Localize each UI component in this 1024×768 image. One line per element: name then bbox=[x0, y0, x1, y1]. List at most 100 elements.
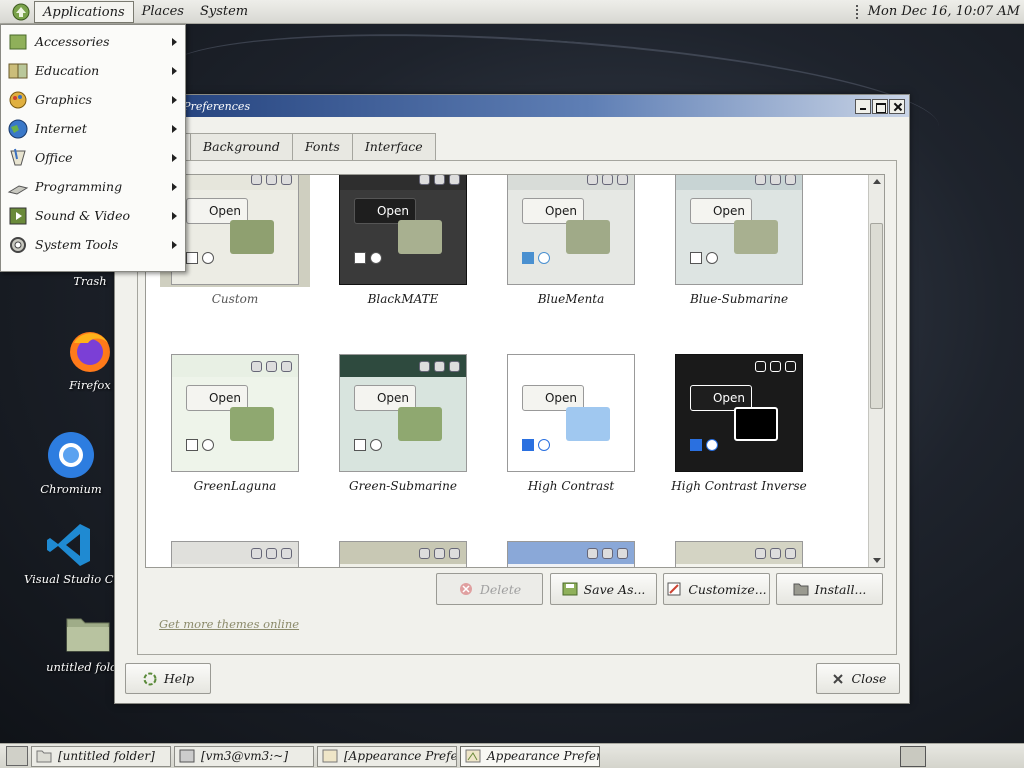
internet-icon bbox=[7, 118, 29, 140]
applications-menu[interactable]: Applications bbox=[34, 0, 134, 23]
task-label: Appearance Prefer... bbox=[487, 749, 600, 763]
education-icon bbox=[7, 60, 29, 82]
vscode-icon bbox=[44, 520, 94, 570]
theme-list[interactable]: Open Custom Open BlackMATE Open BlueMenta Open… bbox=[145, 174, 885, 568]
customize-label: Customize... bbox=[688, 581, 767, 597]
menu-item-programming[interactable]: Programming bbox=[1, 172, 185, 201]
customize-icon bbox=[666, 581, 682, 597]
theme-preview: Open bbox=[160, 352, 310, 474]
submenu-arrow-icon bbox=[172, 182, 177, 191]
theme-item[interactable]: Open BlackMATE bbox=[328, 175, 478, 345]
theme-item[interactable]: Open Blue-Submarine bbox=[664, 175, 814, 345]
preview-radio bbox=[538, 252, 550, 264]
menu-item-education[interactable]: Education bbox=[1, 56, 185, 85]
system-tools-icon bbox=[7, 234, 29, 256]
system-menu[interactable]: System bbox=[192, 1, 256, 23]
minimize-button[interactable] bbox=[855, 98, 871, 114]
preview-checkbox bbox=[186, 252, 198, 264]
theme-name: Blue-Submarine bbox=[689, 292, 789, 306]
submenu-arrow-icon bbox=[172, 153, 177, 162]
terminal-icon bbox=[179, 749, 195, 763]
preview-checkbox bbox=[522, 252, 534, 264]
theme-item[interactable]: Open bbox=[496, 539, 646, 567]
save-as-button[interactable]: Save As... bbox=[550, 573, 657, 605]
places-menu[interactable]: Places bbox=[134, 1, 192, 23]
install-button[interactable]: Install... bbox=[776, 573, 883, 605]
applications-dropdown: Accessories Education Graphics Internet Offi… bbox=[0, 24, 186, 272]
taskbar-item-appearance-2[interactable]: Appearance Prefer... bbox=[460, 745, 600, 767]
theme-preview: Open bbox=[160, 539, 310, 567]
submenu-arrow-icon bbox=[172, 124, 177, 133]
submenu-arrow-icon bbox=[172, 211, 177, 220]
clock[interactable]: Mon Dec 16, 10:07 AM bbox=[868, 4, 1024, 19]
tab-background[interactable]: Background bbox=[190, 133, 293, 161]
preview-radio bbox=[202, 252, 214, 264]
help-label: Help bbox=[163, 671, 195, 686]
theme-item[interactable]: Open High Contrast Inverse bbox=[664, 352, 814, 532]
menu-item-system-tools[interactable]: System Tools bbox=[1, 230, 185, 259]
menu-item-sound-video[interactable]: Sound & Video bbox=[1, 201, 185, 230]
preview-folder-icon bbox=[230, 220, 274, 254]
menu-item-graphics[interactable]: Graphics bbox=[1, 85, 185, 114]
window-titlebar[interactable]: ce Preferences bbox=[115, 95, 909, 117]
task-label: [vm3@vm3:~] bbox=[201, 749, 289, 763]
workspace-switcher[interactable] bbox=[900, 745, 926, 767]
programming-icon bbox=[7, 176, 29, 198]
desktop-icon-chromium[interactable]: Chromium bbox=[21, 430, 121, 496]
theme-name: BlackMATE bbox=[367, 292, 439, 306]
chromium-icon bbox=[46, 430, 96, 480]
theme-item[interactable]: Open bbox=[664, 539, 814, 567]
preview-checkbox bbox=[690, 439, 702, 451]
menu-item-office[interactable]: Office bbox=[1, 143, 185, 172]
preview-folder-icon bbox=[566, 407, 610, 441]
submenu-arrow-icon bbox=[172, 240, 177, 249]
theme-list-scrollbar[interactable] bbox=[868, 175, 884, 567]
taskbar-item-terminal[interactable]: [vm3@vm3:~] bbox=[174, 745, 314, 767]
accessories-icon bbox=[7, 31, 29, 53]
delete-icon bbox=[458, 581, 474, 597]
scrollbar-thumb[interactable] bbox=[870, 223, 883, 409]
appearance-icon bbox=[465, 749, 481, 763]
folder-icon bbox=[63, 608, 113, 658]
save-icon bbox=[562, 581, 578, 597]
theme-item[interactable]: Open Green-Submarine bbox=[328, 352, 478, 532]
submenu-arrow-icon bbox=[172, 37, 177, 46]
theme-item[interactable]: Open bbox=[328, 539, 478, 567]
scroll-down-arrow-icon[interactable] bbox=[873, 558, 881, 563]
top-panel: Applications Places System Mon Dec 16, 1… bbox=[0, 0, 1024, 24]
theme-name: High Contrast bbox=[527, 479, 615, 493]
preview-folder-icon bbox=[734, 407, 778, 441]
taskbar-item-appearance-1[interactable]: [Appearance Prefe... bbox=[317, 745, 457, 767]
customize-button[interactable]: Customize... bbox=[663, 573, 770, 605]
theme-preview: Open bbox=[496, 175, 646, 287]
theme-item[interactable]: Open BlueMenta bbox=[496, 175, 646, 345]
menu-item-label: Programming bbox=[35, 179, 123, 194]
theme-name: Custom bbox=[211, 292, 259, 306]
tab-fonts[interactable]: Fonts bbox=[291, 133, 353, 161]
close-icon bbox=[830, 671, 846, 687]
scroll-up-arrow-icon[interactable] bbox=[873, 179, 881, 184]
theme-item[interactable]: Open GreenLaguna bbox=[160, 352, 310, 532]
menu-item-internet[interactable]: Internet bbox=[1, 114, 185, 143]
show-desktop-button[interactable] bbox=[6, 746, 28, 766]
theme-name: High Contrast Inverse bbox=[671, 479, 807, 493]
appearance-preferences-window: ce Preferences Background Fonts Interfac… bbox=[114, 94, 910, 704]
mate-logo-icon[interactable] bbox=[10, 1, 32, 23]
tab-bar: Background Fonts Interface bbox=[155, 133, 436, 161]
tab-interface[interactable]: Interface bbox=[351, 133, 436, 161]
menu-item-accessories[interactable]: Accessories bbox=[1, 27, 185, 56]
window-close-button[interactable] bbox=[889, 98, 905, 114]
help-button[interactable]: Help bbox=[125, 663, 211, 694]
theme-item[interactable]: Open bbox=[160, 539, 310, 567]
preview-radio bbox=[370, 439, 382, 451]
preview-folder-icon bbox=[566, 220, 610, 254]
desktop-icon-vscode[interactable]: Visual Studio Code bbox=[24, 520, 114, 586]
desktop-icon-label: Chromium bbox=[40, 482, 102, 496]
delete-label: Delete bbox=[479, 581, 522, 597]
delete-button[interactable]: Delete bbox=[436, 573, 543, 605]
close-button[interactable]: Close bbox=[816, 663, 900, 694]
taskbar-item-untitled-folder[interactable]: [untitled folder] bbox=[31, 745, 171, 767]
theme-item[interactable]: Open High Contrast bbox=[496, 352, 646, 532]
get-more-themes-link[interactable]: Get more themes online bbox=[159, 617, 299, 631]
maximize-button[interactable] bbox=[872, 98, 888, 114]
